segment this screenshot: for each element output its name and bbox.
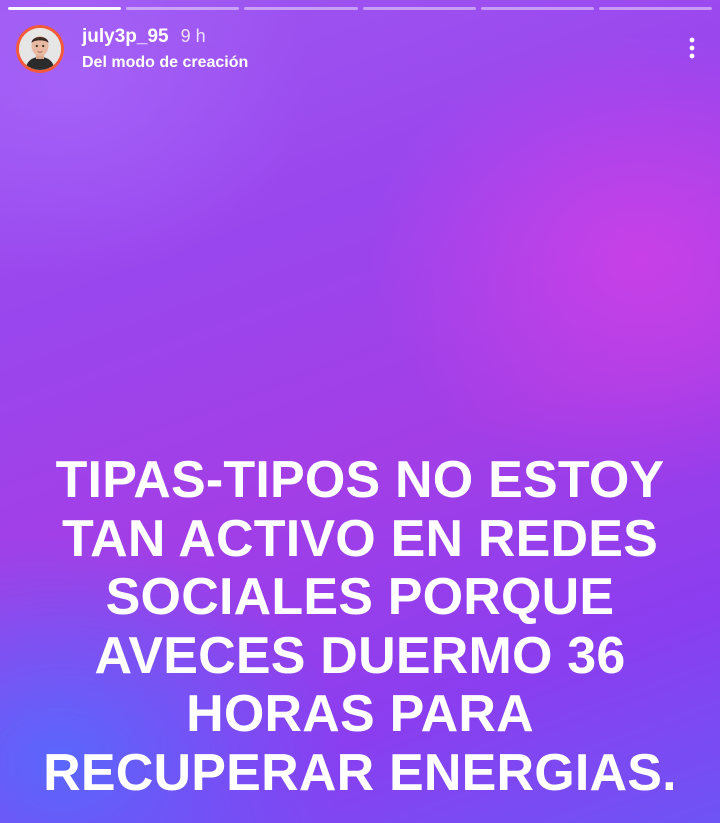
story-progress-bar xyxy=(8,7,713,10)
story-header: july3p_95 9 h Del modo de creación xyxy=(14,22,706,76)
post-time: 9 h xyxy=(180,26,206,46)
progress-segment-3 xyxy=(244,7,358,10)
progress-segment-1 xyxy=(8,7,122,10)
story-view[interactable]: july3p_95 9 h Del modo de creación TIPAS… xyxy=(0,0,720,823)
profile-photo-icon xyxy=(19,28,61,70)
story-subtitle: Del modo de creación xyxy=(82,54,249,71)
progress-segment-5 xyxy=(480,7,594,10)
caption-line-4: AVECES DUERMO 36 xyxy=(94,626,626,685)
caption-line-2: TAN ACTIVO EN REDES xyxy=(61,509,659,568)
avatar[interactable] xyxy=(16,25,64,73)
caption-line-3: SOCIALES PORQUE xyxy=(105,568,615,626)
caption-line-1: TIPAS-TIPOS NO ESTOY xyxy=(55,451,665,509)
progress-segment-2 xyxy=(126,7,240,10)
progress-segment-6 xyxy=(598,7,713,10)
caption-line-6: RECUPERAR ENERGIAS. xyxy=(43,743,677,802)
caption-line-5: HORAS PARA xyxy=(186,685,534,743)
more-options-button[interactable] xyxy=(680,30,704,66)
story-caption: TIPAS-TIPOS NO ESTOY TAN ACTIVO EN REDES… xyxy=(20,451,700,802)
progress-segment-4 xyxy=(362,7,476,10)
username[interactable]: july3p_95 xyxy=(82,26,169,48)
vertical-ellipsis-icon xyxy=(689,37,695,59)
user-line: july3p_95 9 h xyxy=(82,26,206,48)
